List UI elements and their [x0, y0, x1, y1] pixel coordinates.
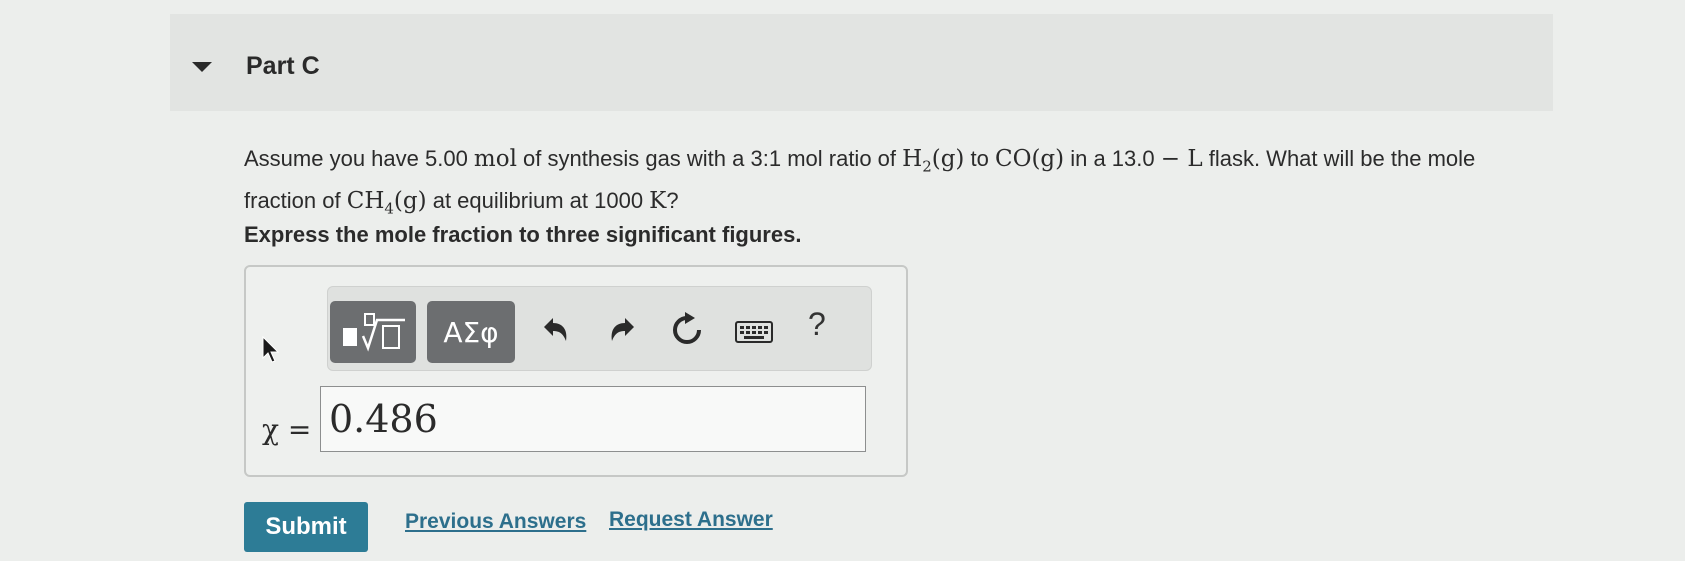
- answer-input[interactable]: [320, 386, 866, 452]
- previous-answers-link[interactable]: Previous Answers: [405, 510, 586, 534]
- greek-symbols-button[interactable]: ΑΣφ: [427, 301, 515, 363]
- reset-icon[interactable]: [669, 312, 705, 348]
- collapse-caret-icon[interactable]: [192, 62, 212, 72]
- submit-button[interactable]: Submit: [244, 502, 368, 552]
- redo-icon[interactable]: [606, 315, 638, 345]
- mouse-pointer-icon: [262, 336, 280, 363]
- request-answer-link[interactable]: Request Answer: [609, 508, 773, 532]
- question-text: Assume you have 5.00 mol of synthesis ga…: [244, 146, 1476, 218]
- instruction-text: Express the mole fraction to three signi…: [244, 222, 802, 247]
- part-header[interactable]: [170, 14, 1553, 111]
- greek-symbols-label: ΑΣφ: [443, 315, 499, 349]
- help-button[interactable]: ?: [808, 306, 826, 343]
- variable-label: χ =: [262, 413, 312, 446]
- templates-button[interactable]: [330, 301, 416, 363]
- keyboard-icon[interactable]: [735, 321, 773, 343]
- undo-icon[interactable]: [540, 315, 572, 345]
- fraction-radical-template-icon: [343, 313, 405, 352]
- part-title: Part C: [246, 52, 320, 80]
